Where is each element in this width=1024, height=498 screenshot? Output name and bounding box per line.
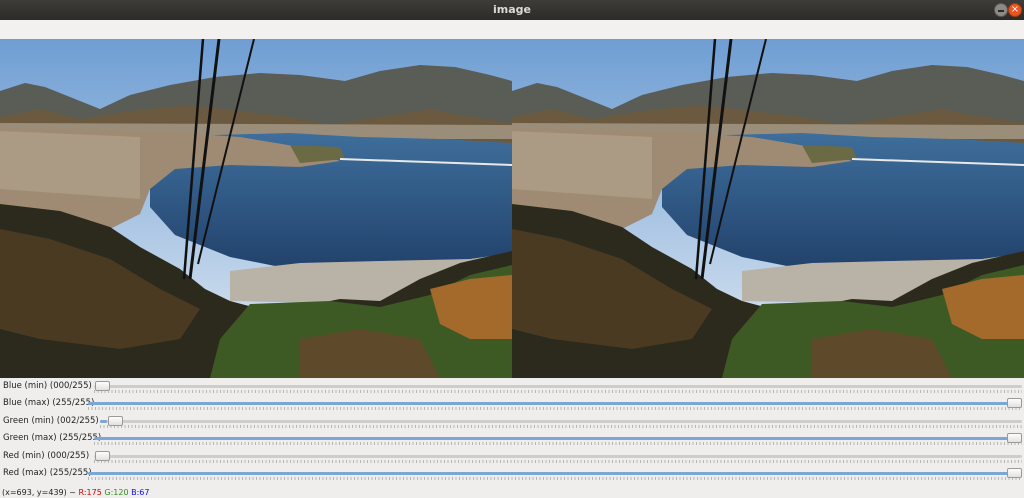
window-titlebar[interactable]: image × [0, 0, 1024, 20]
status-bar: (x=693, y=439) ~ R:175 G:120 B:67 [2, 488, 149, 497]
trackbar-row: Blue (max) (255/255) [0, 396, 1024, 413]
image-canvas[interactable] [0, 39, 1024, 378]
trackbar-row: Red (min) (000/255) [0, 449, 1024, 466]
trackbar-ticks [94, 442, 1022, 445]
trackbar-label: Red (min) (000/255) [3, 451, 90, 461]
trackbar-slider[interactable] [100, 420, 1022, 423]
toolbar [0, 20, 1024, 40]
trackbar-row: Blue (min) (000/255) [0, 379, 1024, 396]
window-title: image [493, 3, 531, 16]
close-icon[interactable]: × [1008, 3, 1022, 17]
trackbar-ticks [88, 407, 1022, 410]
trackbar-ticks [88, 477, 1022, 480]
trackbar-fill [100, 420, 108, 423]
trackbar-ticks [94, 460, 1022, 463]
trackbar-slider[interactable] [94, 437, 1022, 440]
trackbar-handle[interactable] [108, 416, 124, 426]
trackbar-handle[interactable] [95, 451, 110, 461]
trackbar-label: Green (min) (002/255) [3, 416, 99, 426]
trackbar-handle[interactable] [1007, 433, 1022, 443]
trackbar-label: Red (max) (255/255) [3, 468, 92, 478]
trackbar-handle[interactable] [1007, 398, 1022, 408]
trackbar-handle[interactable] [95, 381, 110, 391]
trackbar-ticks [100, 425, 1022, 428]
trackbar-slider[interactable] [94, 385, 1022, 388]
trackbar-fill [94, 437, 1022, 440]
trackbar-handle[interactable] [1007, 468, 1022, 478]
trackbar-row: Red (max) (255/255) [0, 466, 1024, 483]
trackbar-row: Green (max) (255/255) [0, 431, 1024, 448]
trackbar-fill [88, 402, 1022, 405]
trackbar-slider[interactable] [88, 402, 1022, 405]
trackbar-row: Green (min) (002/255) [0, 414, 1024, 431]
trackbar-label: Blue (min) (000/255) [3, 381, 92, 391]
trackbar-label: Green (max) (255/255) [3, 433, 102, 443]
pixel-red-value: R:175 [78, 488, 102, 497]
trackbar-label: Blue (max) (255/255) [3, 398, 95, 408]
pixel-green-value: G:120 [104, 488, 129, 497]
cursor-coords: (x=693, y=439) ~ [2, 488, 76, 497]
pixel-blue-value: B:67 [131, 488, 150, 497]
trackbar-slider[interactable] [94, 455, 1022, 458]
trackbar-ticks [94, 390, 1022, 393]
trackbar-slider[interactable] [88, 472, 1022, 475]
minimize-icon[interactable] [994, 3, 1008, 17]
trackbar-fill [88, 472, 1022, 475]
